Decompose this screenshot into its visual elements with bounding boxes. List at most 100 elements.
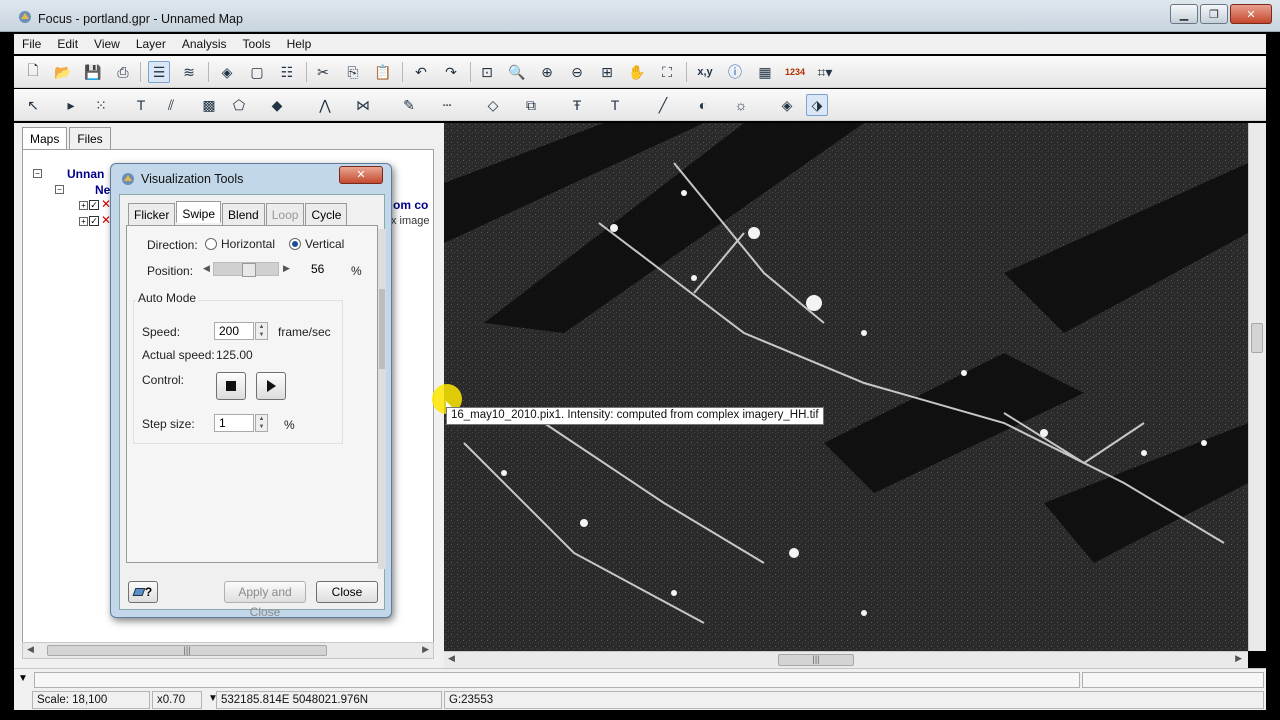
contrast-icon[interactable]: ◐ [692, 94, 714, 116]
text-tool-icon[interactable]: T [130, 94, 152, 116]
line-join-icon[interactable]: ⋀ [314, 94, 336, 116]
layer-view-icon[interactable]: ≋ [178, 61, 200, 83]
undo-icon[interactable]: ↶ [410, 61, 432, 83]
cut-icon[interactable]: ✂ [312, 61, 334, 83]
tab-files[interactable]: Files [69, 127, 111, 149]
menu-tools[interactable]: Tools [235, 37, 279, 51]
stop-button[interactable] [216, 372, 246, 400]
open-folder-icon[interactable]: 📂 [52, 61, 74, 83]
scroll-thumb[interactable]: ||| [47, 645, 327, 656]
full-extent-icon[interactable]: ⛶ [656, 61, 678, 83]
zoom-out-icon[interactable]: ⊖ [566, 61, 588, 83]
xy-coordinate-icon[interactable]: x,y [694, 61, 716, 83]
line-style-icon[interactable]: ⫽ [160, 94, 182, 116]
tab-blend[interactable]: Blend [222, 203, 265, 225]
text-font-icon[interactable]: T [604, 94, 626, 116]
frame-icon[interactable]: ▢ [246, 61, 268, 83]
tree-area[interactable]: Ne [95, 183, 110, 197]
dialog-scrollbar[interactable] [378, 229, 386, 569]
position-value[interactable]: 56 [307, 261, 341, 279]
dotted-line-icon[interactable]: ┄ [436, 94, 458, 116]
bucket-icon[interactable]: ◇ [482, 94, 504, 116]
expand-icon[interactable]: + [79, 217, 88, 226]
step-size-spinner[interactable]: ▲ ▼ [255, 414, 268, 432]
menu-help[interactable]: Help [279, 37, 320, 51]
eraser-icon[interactable]: ◈ [216, 61, 238, 83]
speed-input[interactable]: 200 [214, 322, 254, 340]
close-window-button[interactable]: ✕ [1230, 4, 1272, 24]
polygon-icon[interactable]: ⬠ [228, 94, 250, 116]
scroll-thumb[interactable] [1251, 323, 1263, 353]
tab-flicker[interactable]: Flicker [128, 203, 176, 225]
horizontal-label[interactable]: Horizontal [221, 237, 275, 251]
zoom-extent-icon[interactable]: ⊡ [476, 61, 498, 83]
minimize-button[interactable]: ▁ [1170, 4, 1198, 24]
edit-vertex-icon[interactable]: ▸ [60, 94, 82, 116]
text-style-icon[interactable]: Ŧ [566, 94, 588, 116]
brightness-icon[interactable]: ☼ [730, 94, 752, 116]
speed-spinner[interactable]: ▲ ▼ [255, 322, 268, 340]
pencil-icon[interactable]: ✎ [398, 94, 420, 116]
paste-icon[interactable]: 📋 [372, 61, 394, 83]
color-fill-icon[interactable]: ◆ [266, 94, 288, 116]
stack-icon[interactable]: ⧉ [520, 94, 542, 116]
map-view[interactable] [444, 123, 1248, 651]
tab-cycle[interactable]: Cycle [305, 203, 348, 225]
map-horizontal-scrollbar[interactable]: ◀ ||| ▶ [444, 651, 1248, 668]
layer-visibility-checkbox[interactable]: ✓ [89, 200, 99, 210]
dots-grid-icon[interactable]: ⁙ [90, 94, 112, 116]
dropdown-arrow-icon[interactable]: ▼ [18, 673, 28, 684]
info-icon[interactable]: ⓘ [724, 61, 746, 83]
visualization-tools-icon[interactable]: ⬗ [806, 94, 828, 116]
zoom-layer-icon[interactable]: ⊞ [596, 61, 618, 83]
line-draw-icon[interactable]: ╱ [652, 94, 674, 116]
layer-visibility-checkbox[interactable]: ✓ [89, 216, 99, 226]
horizontal-radio[interactable] [205, 238, 217, 250]
select-arrow-icon[interactable]: ↖ [22, 94, 44, 116]
slider-left-arrow-icon[interactable]: ◀ [203, 263, 210, 274]
scroll-thumb[interactable] [379, 289, 385, 369]
expand-icon[interactable]: + [79, 201, 88, 210]
menu-file[interactable]: File [14, 37, 49, 51]
slider-track[interactable] [213, 262, 279, 277]
menu-analysis[interactable]: Analysis [174, 37, 235, 51]
save-icon[interactable]: 💾 [82, 61, 104, 83]
maximize-button[interactable]: ❐ [1200, 4, 1228, 24]
play-button[interactable] [256, 372, 286, 400]
position-slider[interactable]: ◀ ▶ [203, 262, 293, 277]
collapse-icon[interactable]: − [55, 185, 64, 194]
menu-layer[interactable]: Layer [128, 37, 174, 51]
maps-tree-icon[interactable]: ☰ [148, 61, 170, 83]
tree-root-map[interactable]: Unnan [67, 167, 104, 181]
copy-icon[interactable]: ⎘ [342, 61, 364, 83]
slider-right-arrow-icon[interactable]: ▶ [283, 263, 290, 274]
redo-icon[interactable]: ↷ [440, 61, 462, 83]
menu-view[interactable]: View [86, 37, 128, 51]
zoom-in-icon[interactable]: ⊕ [536, 61, 558, 83]
vertical-radio[interactable] [289, 238, 301, 250]
help-button[interactable]: ? [128, 581, 158, 603]
new-file-icon[interactable]: 🗋 [22, 61, 44, 83]
grid-icon[interactable]: ▦ [754, 61, 776, 83]
vertical-label[interactable]: Vertical [305, 237, 344, 251]
layer-stack-icon[interactable]: ◈ [776, 94, 798, 116]
dialog-close-button[interactable]: ✕ [339, 166, 383, 184]
step-size-input[interactable]: 1 [214, 414, 254, 432]
map-vertical-scrollbar[interactable] [1248, 123, 1266, 651]
tab-maps[interactable]: Maps [22, 127, 68, 149]
slider-knob[interactable] [242, 263, 256, 277]
tab-swipe[interactable]: Swipe [176, 201, 222, 223]
number-sequence-icon[interactable]: 1234 [784, 61, 806, 83]
scroll-thumb[interactable]: ||| [778, 654, 854, 666]
tree-layer-1-label[interactable]: om co [393, 198, 428, 212]
collapse-icon[interactable]: − [33, 169, 42, 178]
tree-layer-2-label[interactable]: x image [391, 215, 430, 227]
close-button[interactable]: Close [316, 581, 378, 603]
layers-icon[interactable]: ☷ [276, 61, 298, 83]
zoom-box-icon[interactable]: 🔍 [506, 61, 528, 83]
raster-grid-icon[interactable]: ▩ [198, 94, 220, 116]
pan-hand-icon[interactable]: ✋ [626, 61, 648, 83]
tree-horizontal-scrollbar[interactable]: ◀ ||| ▶ [22, 642, 434, 659]
print-icon[interactable]: ⎙ [112, 61, 134, 83]
chart-dropdown-icon[interactable]: ⌗▾ [814, 61, 836, 83]
